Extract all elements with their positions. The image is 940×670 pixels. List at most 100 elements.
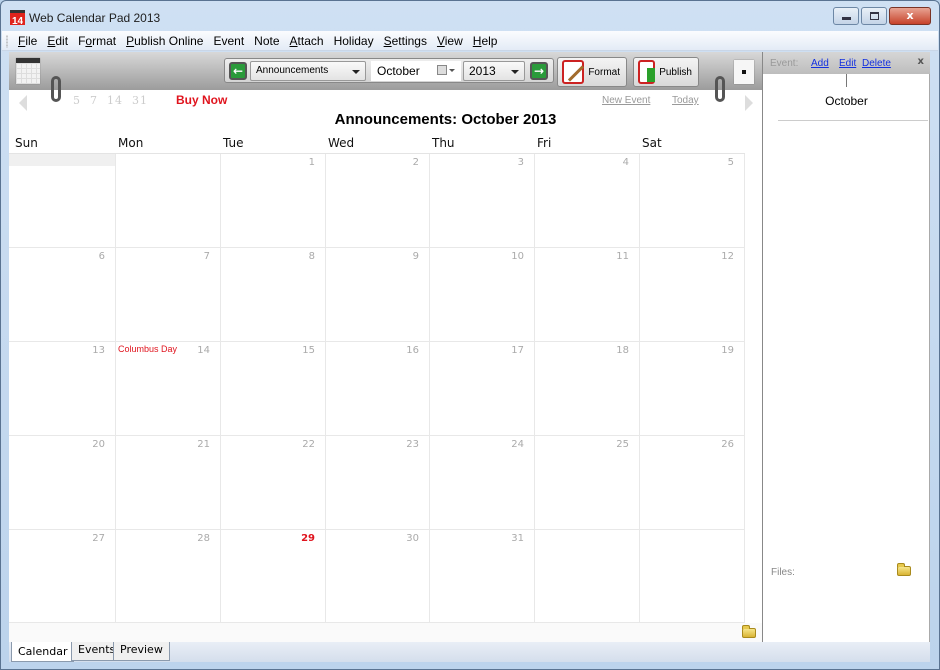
day-cell[interactable]: 31 <box>430 530 535 623</box>
menu-help[interactable]: Help <box>468 34 503 48</box>
panel-divider-tick <box>846 74 847 87</box>
next-arrow-icon[interactable] <box>745 95 753 111</box>
calendar-icon[interactable] <box>16 58 40 84</box>
day-cell[interactable]: 11 <box>535 248 640 342</box>
weekday-thu: Thu <box>432 136 455 150</box>
day-cell[interactable]: 25 <box>535 436 640 530</box>
calendar-main: ← Announcements October 2013 → Format Pu… <box>9 52 762 642</box>
day-cell[interactable] <box>535 530 640 623</box>
buy-now-link[interactable]: Buy Now <box>176 93 227 107</box>
quick-day-link[interactable]: 31 <box>132 94 148 107</box>
day-cell[interactable]: 17 <box>430 342 535 436</box>
day-number: 14 <box>197 345 210 356</box>
day-cell[interactable]: 30 <box>326 530 430 623</box>
day-cell[interactable]: 12 <box>640 248 745 342</box>
quick-nav-row: 5 7 14 31 Buy Now New Event Today <box>9 90 762 112</box>
day-cell[interactable]: 13 <box>9 342 116 436</box>
menu-grip-icon <box>6 35 8 48</box>
month-picker-caret-icon[interactable] <box>449 69 455 72</box>
calendar-footer <box>9 623 762 642</box>
day-cell[interactable]: 22 <box>221 436 326 530</box>
menu-edit[interactable]: Edit <box>42 34 73 48</box>
quick-day-link[interactable]: 7 <box>90 94 98 107</box>
day-cell[interactable]: 14 Columbus Day <box>116 342 221 436</box>
close-panel-icon[interactable]: x <box>918 56 924 67</box>
maximize-button[interactable] <box>861 7 887 25</box>
delete-event-link[interactable]: Delete <box>862 58 891 69</box>
menu-format[interactable]: Format <box>73 34 121 48</box>
month-field[interactable]: October <box>371 61 461 81</box>
day-number: 22 <box>302 439 315 450</box>
day-cell[interactable]: 16 <box>326 342 430 436</box>
day-cell[interactable]: 7 <box>116 248 221 342</box>
menu-holiday[interactable]: Holiday <box>329 34 379 48</box>
day-cell[interactable]: 5 <box>640 154 745 248</box>
weekday-mon: Mon <box>118 136 144 150</box>
day-number: 12 <box>721 251 734 262</box>
title-bar: 14 Web Calendar Pad 2013 x <box>1 1 939 31</box>
menu-publish-online[interactable]: Publish Online <box>121 34 208 48</box>
publish-button[interactable]: Publish <box>633 57 699 87</box>
previous-month-button[interactable]: ← <box>229 62 247 80</box>
day-number: 20 <box>92 439 105 450</box>
attach-folder-icon[interactable] <box>897 563 911 576</box>
day-cell[interactable]: 20 <box>9 436 116 530</box>
note-icon[interactable] <box>734 60 754 84</box>
year-select[interactable]: 2013 <box>463 61 525 81</box>
quick-day-link[interactable]: 14 <box>107 94 123 107</box>
today-link[interactable]: Today <box>672 95 699 106</box>
day-cell[interactable]: 9 <box>326 248 430 342</box>
tab-calendar[interactable]: Calendar <box>11 642 75 662</box>
day-number: 16 <box>406 345 419 356</box>
format-label: Format <box>588 66 620 78</box>
month-picker-icon[interactable] <box>437 65 447 75</box>
menu-view[interactable]: View <box>432 34 468 48</box>
quick-day-link[interactable]: 5 <box>73 94 81 107</box>
day-cell[interactable]: 3 <box>430 154 535 248</box>
day-cell[interactable] <box>116 154 221 248</box>
folder-icon[interactable] <box>742 625 756 638</box>
day-cell[interactable]: 28 <box>116 530 221 623</box>
day-cell[interactable]: 8 <box>221 248 326 342</box>
day-number: 13 <box>92 345 105 356</box>
holiday-label[interactable]: Columbus Day <box>118 344 177 354</box>
menu-event[interactable]: Event <box>208 34 249 48</box>
tab-preview[interactable]: Preview <box>113 642 170 661</box>
add-event-link[interactable]: Add <box>811 58 829 69</box>
menu-settings[interactable]: Settings <box>379 34 432 48</box>
day-cell[interactable]: 1 <box>221 154 326 248</box>
day-cell[interactable] <box>9 154 116 248</box>
window-title: Web Calendar Pad 2013 <box>29 11 161 25</box>
new-event-link[interactable]: New Event <box>602 95 650 106</box>
close-button[interactable]: x <box>889 7 931 25</box>
day-cell[interactable]: 21 <box>116 436 221 530</box>
menu-attach[interactable]: Attach <box>285 34 329 48</box>
menu-file[interactable]: File <box>13 34 42 48</box>
weekday-sat: Sat <box>642 136 662 150</box>
next-month-button[interactable]: → <box>530 62 548 80</box>
day-number: 24 <box>511 439 524 450</box>
day-number: 2 <box>412 157 419 168</box>
menu-note[interactable]: Note <box>249 34 284 48</box>
day-cell[interactable]: 26 <box>640 436 745 530</box>
day-cell[interactable]: 6 <box>9 248 116 342</box>
day-cell[interactable]: 18 <box>535 342 640 436</box>
publish-icon <box>638 60 656 84</box>
day-cell[interactable]: 15 <box>221 342 326 436</box>
day-cell[interactable]: 29 <box>221 530 326 623</box>
day-cell[interactable]: 4 <box>535 154 640 248</box>
day-cell[interactable]: 19 <box>640 342 745 436</box>
day-cell[interactable]: 10 <box>430 248 535 342</box>
day-cell[interactable]: 2 <box>326 154 430 248</box>
previous-arrow-icon[interactable] <box>19 95 27 111</box>
day-cell[interactable]: 27 <box>9 530 116 623</box>
edit-event-link[interactable]: Edit <box>839 58 856 69</box>
day-cell[interactable]: 24 <box>430 436 535 530</box>
panel-divider <box>778 120 928 121</box>
format-button[interactable]: Format <box>557 57 627 87</box>
minimize-button[interactable] <box>833 7 859 25</box>
calendar-select[interactable]: Announcements <box>250 61 366 81</box>
event-panel-header: Event: Add Edit Delete x <box>763 52 930 74</box>
day-cell[interactable] <box>640 530 745 623</box>
day-cell[interactable]: 23 <box>326 436 430 530</box>
